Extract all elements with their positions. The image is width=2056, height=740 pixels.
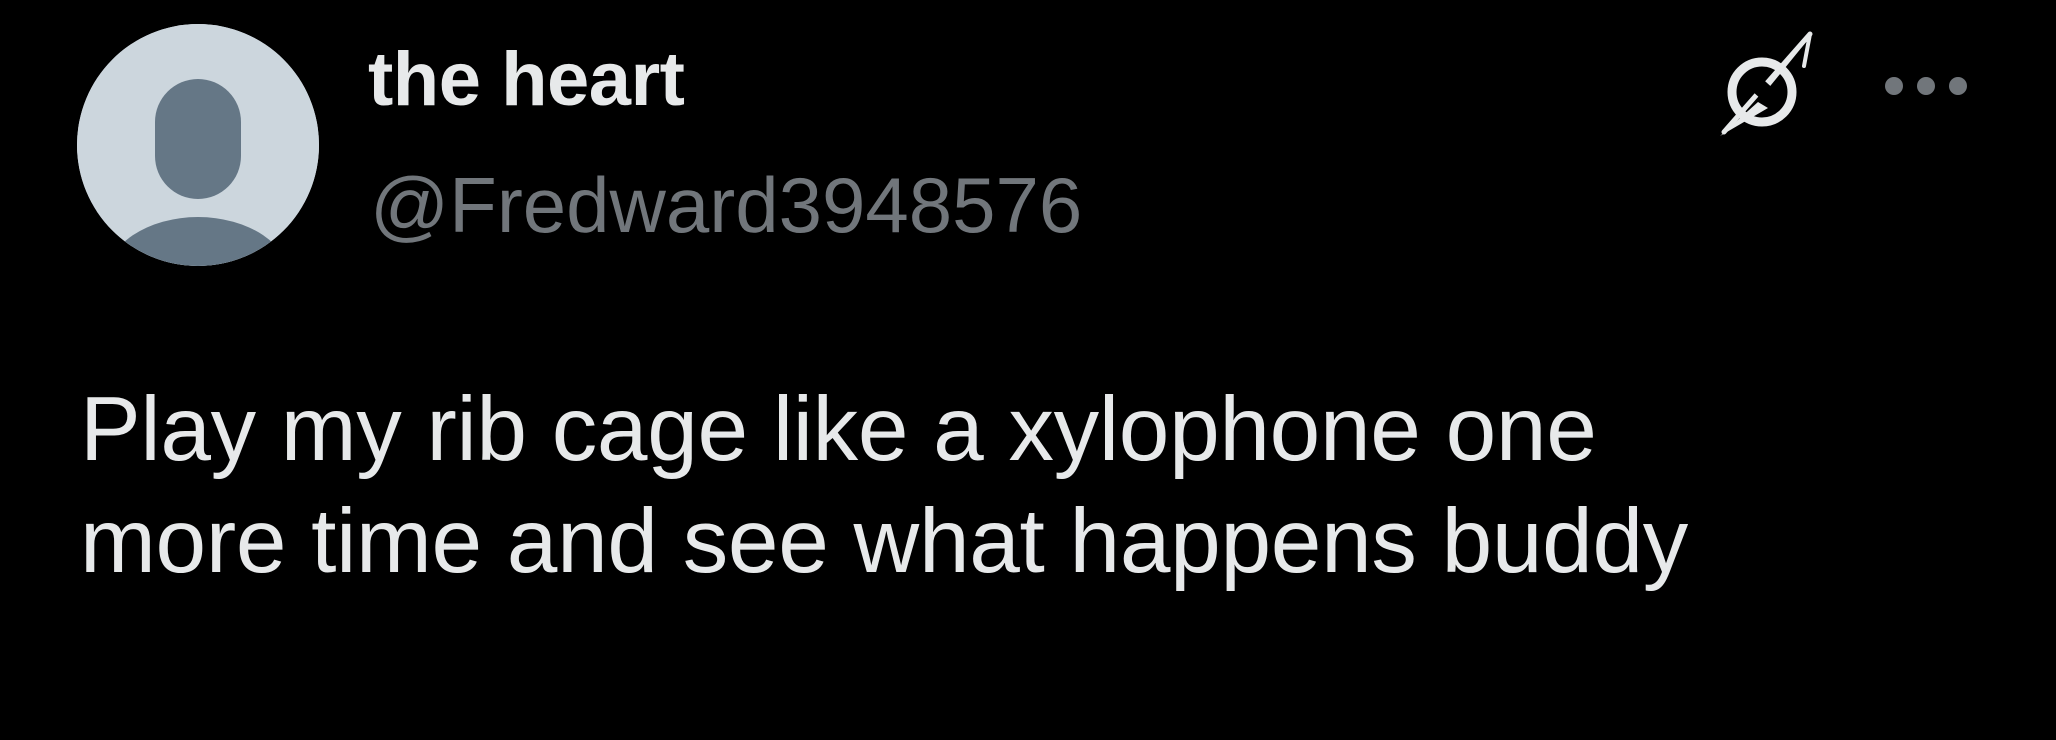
tweet: the heart @Fredward3948576 Play my rib c… [0, 0, 2056, 740]
tweet-text-line: more time and see what happens buddy [80, 491, 1689, 592]
more-options-icon[interactable] [1880, 66, 1972, 106]
avatar[interactable] [77, 24, 319, 266]
display-name[interactable]: the heart [368, 42, 685, 118]
tweet-text-line: Play my rib cage like a xylophone one [80, 379, 1597, 480]
grok-icon[interactable] [1706, 30, 1826, 144]
user-handle[interactable]: @Fredward3948576 [370, 166, 1082, 244]
default-avatar-icon [77, 24, 319, 266]
tweet-text: Play my rib cage like a xylophone one mo… [80, 374, 1980, 598]
